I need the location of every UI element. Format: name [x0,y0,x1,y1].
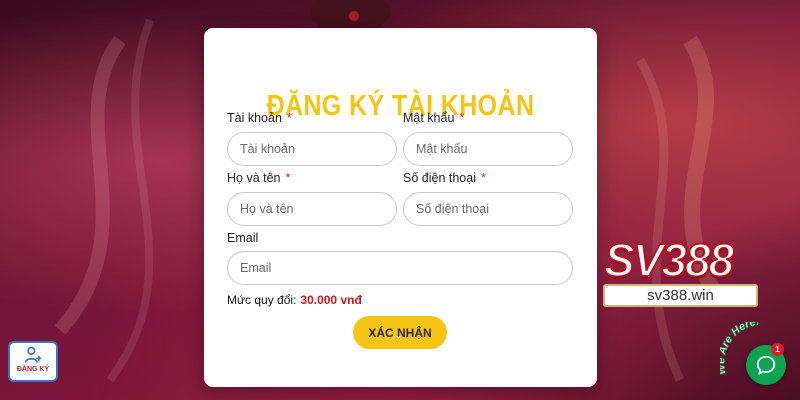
notification-badge: 1 [771,343,784,356]
fullname-input[interactable] [227,192,397,226]
username-label: Tài khoản * [227,111,292,125]
brand-logo-text: SV388 [603,233,735,287]
chat-bubble-icon [756,355,776,375]
domain-badge: sv388.win [603,284,758,307]
username-label-text: Tài khoản [227,111,282,125]
exchange-rate-label: Mức quy đổi: [227,293,297,307]
email-label: Email [227,231,258,245]
password-input[interactable] [403,132,573,166]
fullname-label: Họ và tên * [227,171,290,185]
required-mark: * [285,171,291,185]
username-input[interactable] [227,132,397,166]
required-mark: * [480,171,486,185]
brand-logo: SV388 sv388.win [600,233,770,311]
submit-button[interactable]: XÁC NHẬN [353,316,447,349]
email-input[interactable] [227,251,573,285]
email-label-text: Email [227,231,259,245]
phone-input[interactable] [403,192,573,226]
password-label-text: Mật khẩu [403,111,455,125]
exchange-rate: Mức quy đổi: 30.000 vnđ [227,293,362,307]
exchange-rate-value: 30.000 vnđ [300,293,362,307]
register-widget-button[interactable]: ĐĂNG KÝ [8,341,58,382]
fullname-label-text: Họ và tên [227,171,281,185]
register-widget-label: ĐĂNG KÝ [16,366,50,373]
required-mark: * [459,111,465,125]
phone-label: Số điện thoại * [403,171,486,185]
add-user-icon [24,346,42,363]
required-mark: * [286,111,292,125]
password-label: Mật khẩu * [403,111,464,125]
phone-label-text: Số điện thoại [403,171,476,185]
